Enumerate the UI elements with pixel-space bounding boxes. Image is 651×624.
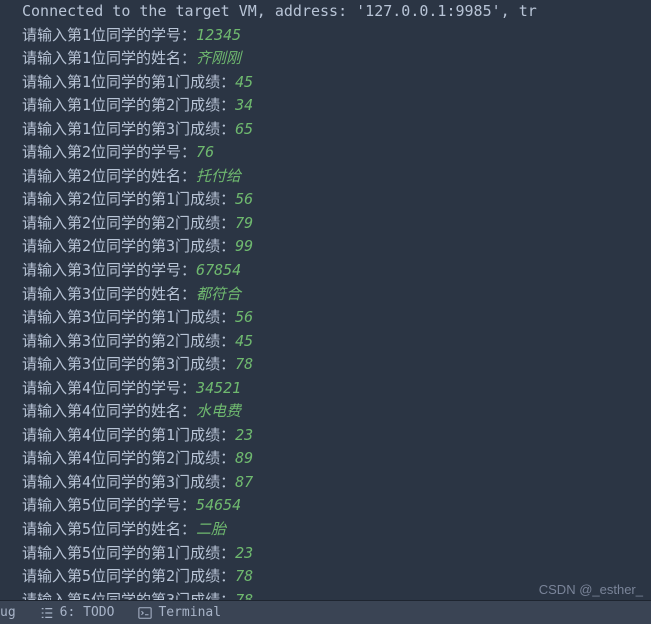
bottom-tool-bar: ug 6: TODO Terminal (0, 600, 651, 624)
input-value: 34 (235, 96, 253, 114)
prompt-text: 请输入第4位同学的姓名： (22, 402, 196, 420)
input-value: 78 (235, 567, 253, 585)
console-output: Connected to the target VM, address: '12… (0, 0, 651, 600)
prompt-text: 请输入第1位同学的第3门成绩： (22, 120, 235, 138)
console-line: 请输入第3位同学的学号：67854 (4, 259, 647, 283)
prompt-text: 请输入第5位同学的第3门成绩： (22, 591, 235, 600)
prompt-text: 请输入第5位同学的姓名： (22, 520, 196, 538)
console-line: 请输入第3位同学的第1门成绩：56 (4, 306, 647, 330)
tab-todo[interactable]: 6: TODO (28, 601, 127, 624)
console-line: 请输入第2位同学的姓名：托付给 (4, 165, 647, 189)
prompt-text: 请输入第1位同学的第2门成绩： (22, 96, 235, 114)
console-line: 请输入第4位同学的姓名：水电费 (4, 400, 647, 424)
console-line: 请输入第1位同学的第2门成绩：34 (4, 94, 647, 118)
console-line: 请输入第5位同学的第1门成绩：23 (4, 542, 647, 566)
watermark-text: CSDN @_esther_ (539, 582, 643, 597)
prompt-text: 请输入第1位同学的学号： (22, 26, 196, 44)
tab-debug-partial[interactable]: ug (0, 601, 28, 624)
input-value: 齐刚刚 (196, 49, 241, 67)
input-value: 56 (235, 190, 253, 208)
input-value: 34521 (196, 379, 241, 397)
input-value: 45 (235, 332, 253, 350)
prompt-text: 请输入第1位同学的第1门成绩： (22, 73, 235, 91)
prompt-text: 请输入第3位同学的姓名： (22, 285, 196, 303)
console-line: 请输入第4位同学的学号：34521 (4, 377, 647, 401)
prompt-text: 请输入第5位同学的学号： (22, 496, 196, 514)
console-line: 请输入第2位同学的第1门成绩：56 (4, 188, 647, 212)
console-line: 请输入第4位同学的第3门成绩：87 (4, 471, 647, 495)
console-line: 请输入第1位同学的第3门成绩：65 (4, 118, 647, 142)
input-value: 托付给 (196, 167, 241, 185)
input-value: 都符合 (196, 285, 241, 303)
input-value: 56 (235, 308, 253, 326)
prompt-text: 请输入第2位同学的姓名： (22, 167, 196, 185)
input-value: 65 (235, 120, 253, 138)
console-line: 请输入第2位同学的学号：76 (4, 141, 647, 165)
console-line: 请输入第3位同学的姓名：都符合 (4, 283, 647, 307)
console-line: 请输入第2位同学的第2门成绩：79 (4, 212, 647, 236)
prompt-text: 请输入第3位同学的第3门成绩： (22, 355, 235, 373)
console-line: 请输入第4位同学的第2门成绩：89 (4, 447, 647, 471)
tab-terminal-label: Terminal (158, 605, 221, 620)
connection-text: Connected to the target VM, address: '12… (22, 2, 537, 20)
input-value: 45 (235, 73, 253, 91)
input-value: 76 (196, 143, 214, 161)
tab-debug-label: ug (0, 605, 16, 620)
prompt-text: 请输入第2位同学的第2门成绩： (22, 214, 235, 232)
console-line: 请输入第1位同学的姓名：齐刚刚 (4, 47, 647, 71)
input-value: 54654 (196, 496, 241, 514)
input-value: 78 (235, 591, 253, 600)
console-line: 请输入第5位同学的姓名：二胎 (4, 518, 647, 542)
prompt-text: 请输入第2位同学的第3门成绩： (22, 237, 235, 255)
console-line: 请输入第1位同学的第1门成绩：45 (4, 71, 647, 95)
input-value: 二胎 (196, 520, 226, 538)
prompt-text: 请输入第5位同学的第1门成绩： (22, 544, 235, 562)
console-line: 请输入第3位同学的第2门成绩：45 (4, 330, 647, 354)
input-value: 12345 (196, 26, 241, 44)
prompt-text: 请输入第4位同学的第2门成绩： (22, 449, 235, 467)
console-line: 请输入第3位同学的第3门成绩：78 (4, 353, 647, 377)
prompt-text: 请输入第4位同学的第1门成绩： (22, 426, 235, 444)
console-line: 请输入第5位同学的学号：54654 (4, 494, 647, 518)
prompt-text: 请输入第2位同学的第1门成绩： (22, 190, 235, 208)
input-value: 79 (235, 214, 253, 232)
input-value: 78 (235, 355, 253, 373)
prompt-text: 请输入第3位同学的学号： (22, 261, 196, 279)
list-icon (40, 606, 54, 620)
prompt-text: 请输入第5位同学的第2门成绩： (22, 567, 235, 585)
input-value: 89 (235, 449, 253, 467)
console-line: 请输入第1位同学的学号：12345 (4, 24, 647, 48)
tab-todo-label: 6: TODO (60, 605, 115, 620)
prompt-text: 请输入第1位同学的姓名： (22, 49, 196, 67)
input-value: 水电费 (196, 402, 241, 420)
input-value: 23 (235, 544, 253, 562)
input-value: 67854 (196, 261, 241, 279)
tab-terminal[interactable]: Terminal (126, 601, 233, 624)
console-line: 请输入第4位同学的第1门成绩：23 (4, 424, 647, 448)
prompt-text: 请输入第4位同学的第3门成绩： (22, 473, 235, 491)
prompt-text: 请输入第3位同学的第2门成绩： (22, 332, 235, 350)
connection-line: Connected to the target VM, address: '12… (4, 0, 647, 24)
console-line: 请输入第2位同学的第3门成绩：99 (4, 235, 647, 259)
input-value: 87 (235, 473, 253, 491)
prompt-text: 请输入第3位同学的第1门成绩： (22, 308, 235, 326)
terminal-icon (138, 606, 152, 620)
input-value: 23 (235, 426, 253, 444)
prompt-text: 请输入第4位同学的学号： (22, 379, 196, 397)
input-value: 99 (235, 237, 253, 255)
prompt-text: 请输入第2位同学的学号： (22, 143, 196, 161)
